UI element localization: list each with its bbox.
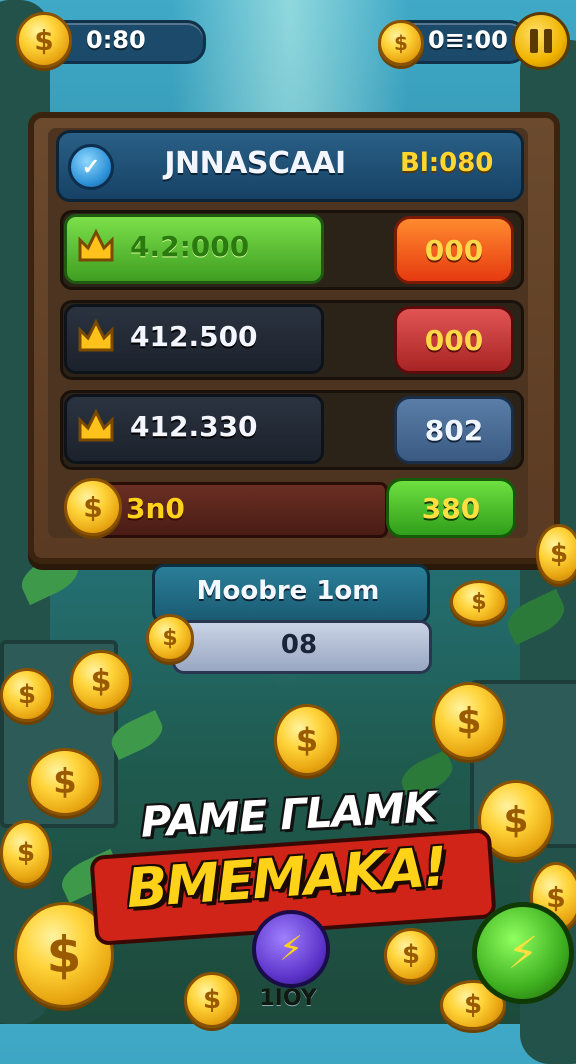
row-value: 412.330 [130,410,258,443]
lightning-icon: ⚡ [279,929,303,969]
hud-right-value: 0≡:00 [428,26,508,54]
collect-button[interactable]: 380 [386,478,516,538]
coin-icon [70,650,132,712]
coin-icon [0,820,52,886]
coin-icon [184,972,240,1028]
pause-button[interactable] [512,12,570,70]
mode-value: 08 [280,630,318,660]
hud-left-value: 0:80 [86,26,146,54]
coin-icon [28,748,102,816]
mode-label: Moobre 1om [196,576,380,606]
board-title: JNNASCAAI [164,146,346,181]
coin-stack-icon [378,20,424,66]
crown-icon [78,228,114,262]
play-button[interactable]: ⚡ [472,902,574,1004]
reward-value: 3n0 [126,492,185,525]
coin-icon [64,478,122,536]
boost-label: 1IOY [259,986,317,1011]
coin-icon [0,668,54,722]
row-badge[interactable]: 000 [394,216,514,284]
boost-button[interactable]: ⚡ [252,910,330,988]
pause-icon [530,29,538,53]
row-badge[interactable]: 000 [394,306,514,374]
row-value: 412.500 [130,320,258,353]
lightning-icon: ⚡ [507,927,539,979]
row-badge[interactable]: 802 [394,396,514,464]
crown-icon [78,318,114,352]
header-score: Bl:080 [400,148,494,178]
check-icon[interactable]: ✓ [68,144,114,190]
crown-icon [78,408,114,442]
coin-icon [432,682,506,760]
row-value: 4.2:000 [130,230,250,263]
coin-icon [536,524,576,584]
coin-icon [384,928,438,982]
coin-icon [450,580,508,624]
coin-icon [274,704,340,776]
coin-icon [16,12,72,68]
